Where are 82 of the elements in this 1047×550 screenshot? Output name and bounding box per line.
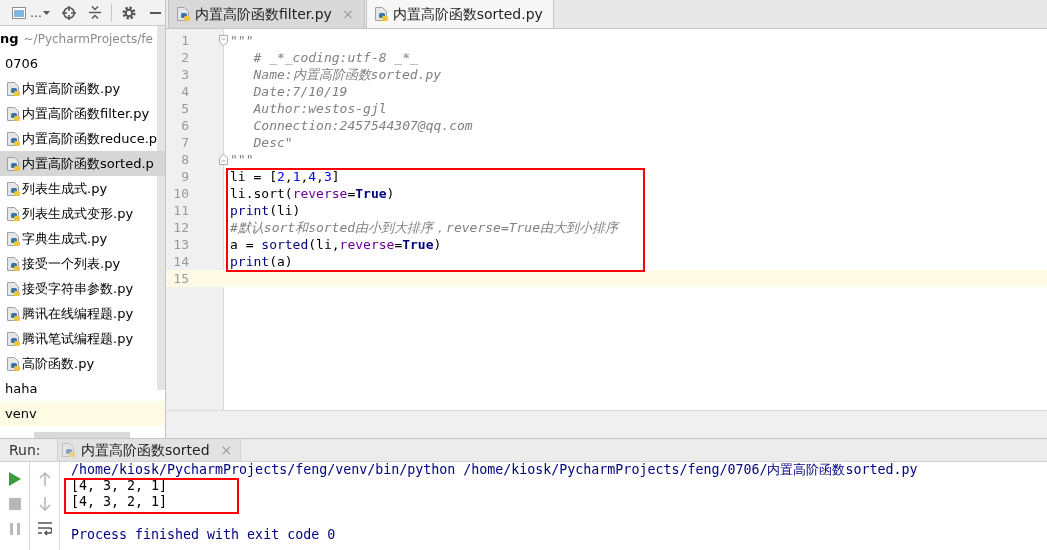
line-number: 9 — [181, 169, 189, 184]
run-tab[interactable]: 内置高阶函数sorted × — [57, 439, 242, 461]
console-line: /home/kiosk/PycharmProjects/feng/venv/bin/python /home/kiosk/PycharmProjects/feng/0706/内置高阶函数sorted.py — [71, 462, 918, 478]
line-number: 4 — [181, 84, 189, 99]
line-number: 14 — [173, 254, 189, 269]
python-file-icon — [7, 131, 20, 146]
line-number: 2 — [181, 50, 189, 65]
code-line: Connection:2457544307@qq.com — [252, 117, 473, 134]
code-line: li.sort(reverse=True) — [230, 185, 395, 202]
line-number: 13 — [173, 237, 189, 252]
code-line: """ — [230, 32, 254, 49]
python-file-icon — [7, 356, 20, 371]
tree-item[interactable]: 腾讯笔试编程题.py — [0, 326, 165, 351]
python-file-icon — [7, 306, 20, 321]
code-line: # _*_coding:utf-8 _*_ — [252, 49, 418, 66]
code-line: print(a) — [230, 253, 293, 270]
line-number: 8 — [181, 152, 189, 167]
tree-item[interactable]: ng ~/PycharmProjects/fe — [0, 26, 165, 51]
line-number: 7 — [181, 135, 189, 150]
scrollbar[interactable] — [34, 432, 130, 438]
line-number: 5 — [181, 101, 189, 116]
code-line: Date:7/10/19 — [252, 83, 348, 100]
caret-icon — [43, 10, 50, 15]
tree-item[interactable]: 接受一个列表.py — [0, 251, 165, 276]
crosshair-icon[interactable] — [62, 5, 76, 20]
python-file-icon — [7, 231, 20, 246]
line-number: 1 — [181, 33, 189, 48]
tree-item[interactable]: haha — [0, 376, 165, 401]
console-line: Process finished with exit code 0 — [71, 527, 336, 543]
line-number: 6 — [181, 118, 189, 133]
python-file-icon — [7, 81, 20, 96]
tree-item[interactable]: 列表生成式变形.py — [0, 201, 165, 226]
panel-title: Run: — [9, 440, 41, 460]
python-file-icon — [7, 156, 20, 171]
collapse-icon[interactable] — [89, 6, 101, 19]
view-selector[interactable]: … — [12, 3, 50, 22]
play-icon[interactable] — [8, 471, 21, 486]
python-file-icon — [7, 181, 20, 196]
line-number: 10 — [173, 186, 189, 201]
line-number: 15 — [173, 271, 189, 286]
python-file-icon — [374, 7, 388, 21]
settings-icon[interactable] — [122, 5, 136, 20]
code-line: li = [2,1,4,3] — [230, 168, 340, 185]
python-file-icon — [7, 281, 20, 296]
code-line: a = sorted(li,reverse=True) — [230, 236, 442, 253]
code-line: print(li) — [230, 202, 301, 219]
tree-item[interactable]: 高阶函数.py — [0, 351, 165, 376]
fold-marker-icon[interactable] — [219, 154, 228, 165]
line-number: 3 — [181, 67, 189, 82]
python-file-icon — [7, 256, 20, 271]
tree-item[interactable]: 内置高阶函数.py — [0, 76, 165, 101]
console-line: [4, 3, 2, 1] — [71, 494, 168, 510]
python-file-icon — [7, 331, 20, 346]
wrap-icon[interactable] — [37, 521, 52, 536]
tree-item[interactable]: 内置高阶函数filter.py — [0, 101, 165, 126]
python-file-icon — [177, 7, 190, 21]
scrollbar[interactable] — [166, 410, 1047, 438]
code-line: Desc" — [252, 134, 293, 151]
tree-item[interactable]: venv — [0, 401, 165, 426]
tree-item[interactable]: 内置高阶函数reduce.p — [0, 126, 165, 151]
line-number: 11 — [173, 203, 189, 218]
python-file-icon — [7, 206, 20, 221]
tree-item[interactable]: 内置高阶函数sorted.p — [0, 151, 165, 176]
editor-tab[interactable]: 内置高阶函数filter.py × — [168, 0, 365, 28]
editor-tab[interactable]: 内置高阶函数sorted.py — [365, 0, 554, 28]
code-line: """ — [230, 151, 254, 168]
tree-item[interactable]: 接受字符串参数.py — [0, 276, 165, 301]
tree-item[interactable]: 0706 — [0, 51, 165, 76]
tree-item[interactable]: 字典生成式.py — [0, 226, 165, 251]
tree-item[interactable]: 腾讯在线编程题.py — [0, 301, 165, 326]
line-number: 12 — [173, 220, 189, 235]
window-icon — [12, 6, 26, 19]
code-line: Name:内置高阶函数sorted.py — [252, 66, 442, 83]
code-line: Author:westos-gjl — [252, 100, 387, 117]
project-path: ~/PycharmProjects/fe — [23, 30, 153, 48]
python-file-icon — [7, 106, 20, 121]
scrollbar[interactable] — [157, 26, 165, 390]
minus-icon[interactable] — [150, 11, 161, 14]
tree-item[interactable]: 列表生成式.py — [0, 176, 165, 201]
fold-marker-icon[interactable] — [219, 35, 228, 46]
code-line: #默认sort和sorted由小到大排序，reverse=True由大到小排序 — [230, 219, 618, 236]
python-file-icon — [62, 443, 75, 457]
